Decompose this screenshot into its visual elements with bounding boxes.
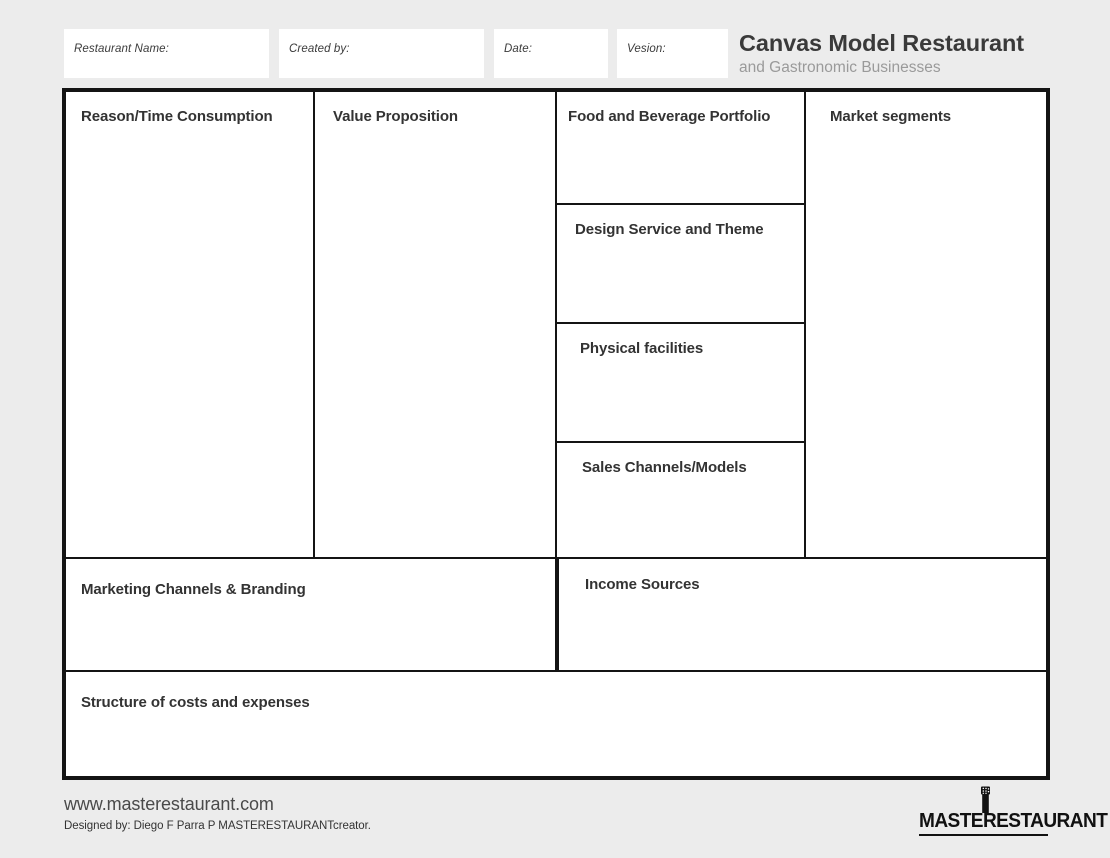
canvas-model-grid: Reason/Time Consumption Value Propositio… [62, 88, 1050, 780]
restaurant-name-label: Restaurant Name: [74, 43, 169, 55]
grid-divider-horizontal [557, 203, 806, 205]
block-title-sales-channels-models: Sales Channels/Models [582, 459, 747, 476]
grid-divider-vertical [804, 92, 806, 557]
block-title-income-sources: Income Sources [585, 576, 700, 593]
website-url[interactable]: www.masterestaurant.com [64, 794, 274, 815]
grid-divider-vertical [557, 559, 559, 670]
block-value-proposition[interactable]: Value Proposition [315, 92, 555, 557]
block-sales-channels-models[interactable]: Sales Channels/Models [557, 443, 804, 557]
block-structure-of-costs-and-expenses[interactable]: Structure of costs and expenses [66, 672, 1046, 776]
block-market-segments[interactable]: Market segments [806, 92, 1046, 557]
version-field[interactable]: Vesion: [617, 29, 728, 78]
title-block: Canvas Model Restaurant and Gastronomic … [739, 30, 1079, 78]
grid-divider-horizontal [66, 670, 1046, 672]
page-title: Canvas Model Restaurant [739, 30, 1025, 56]
block-title-food-and-beverage-portfolio: Food and Beverage Portfolio [568, 108, 771, 125]
grid-divider-horizontal [557, 322, 806, 324]
header: Restaurant Name: Created by: Date: Vesio… [0, 0, 1110, 88]
created-by-label: Created by: [289, 43, 350, 55]
grid-divider-horizontal [557, 441, 806, 443]
block-title-design-service-and-theme: Design Service and Theme [575, 221, 764, 238]
block-title-reason-time-consumption: Reason/Time Consumption [81, 108, 273, 125]
block-title-physical-facilities: Physical facilities [580, 340, 704, 357]
block-physical-facilities[interactable]: Physical facilities [557, 324, 804, 441]
block-design-service-and-theme[interactable]: Design Service and Theme [557, 205, 804, 322]
block-title-value-proposition: Value Proposition [333, 108, 458, 125]
logo-wordmark: MASTERESTAURANT [919, 809, 1108, 832]
page-subtitle: and Gastronomic Businesses [739, 59, 941, 76]
date-field[interactable]: Date: [494, 29, 608, 78]
created-by-field[interactable]: Created by: [279, 29, 484, 78]
block-title-market-segments: Market segments [830, 108, 952, 125]
block-title-marketing-channels-branding: Marketing Channels & Branding [81, 581, 306, 598]
block-income-sources[interactable]: Income Sources [559, 559, 1046, 670]
block-food-and-beverage-portfolio[interactable]: Food and Beverage Portfolio [557, 92, 804, 203]
designer-credit: Designed by: Diego F Parra P MASTERESTAU… [64, 820, 371, 832]
block-marketing-channels-branding[interactable]: Marketing Channels & Branding [66, 559, 557, 670]
block-title-structure-of-costs-and-expenses: Structure of costs and expenses [81, 694, 310, 711]
version-label: Vesion: [627, 43, 666, 55]
date-label: Date: [504, 43, 532, 55]
block-reason-time-consumption[interactable]: Reason/Time Consumption [66, 92, 313, 557]
restaurant-name-field[interactable]: Restaurant Name: [64, 29, 269, 78]
grid-divider-vertical [313, 92, 315, 557]
grid-divider-horizontal [66, 557, 1046, 559]
masterestaurant-logo: MASTERESTAURANT [919, 786, 1108, 836]
logo-underline [919, 834, 1048, 836]
